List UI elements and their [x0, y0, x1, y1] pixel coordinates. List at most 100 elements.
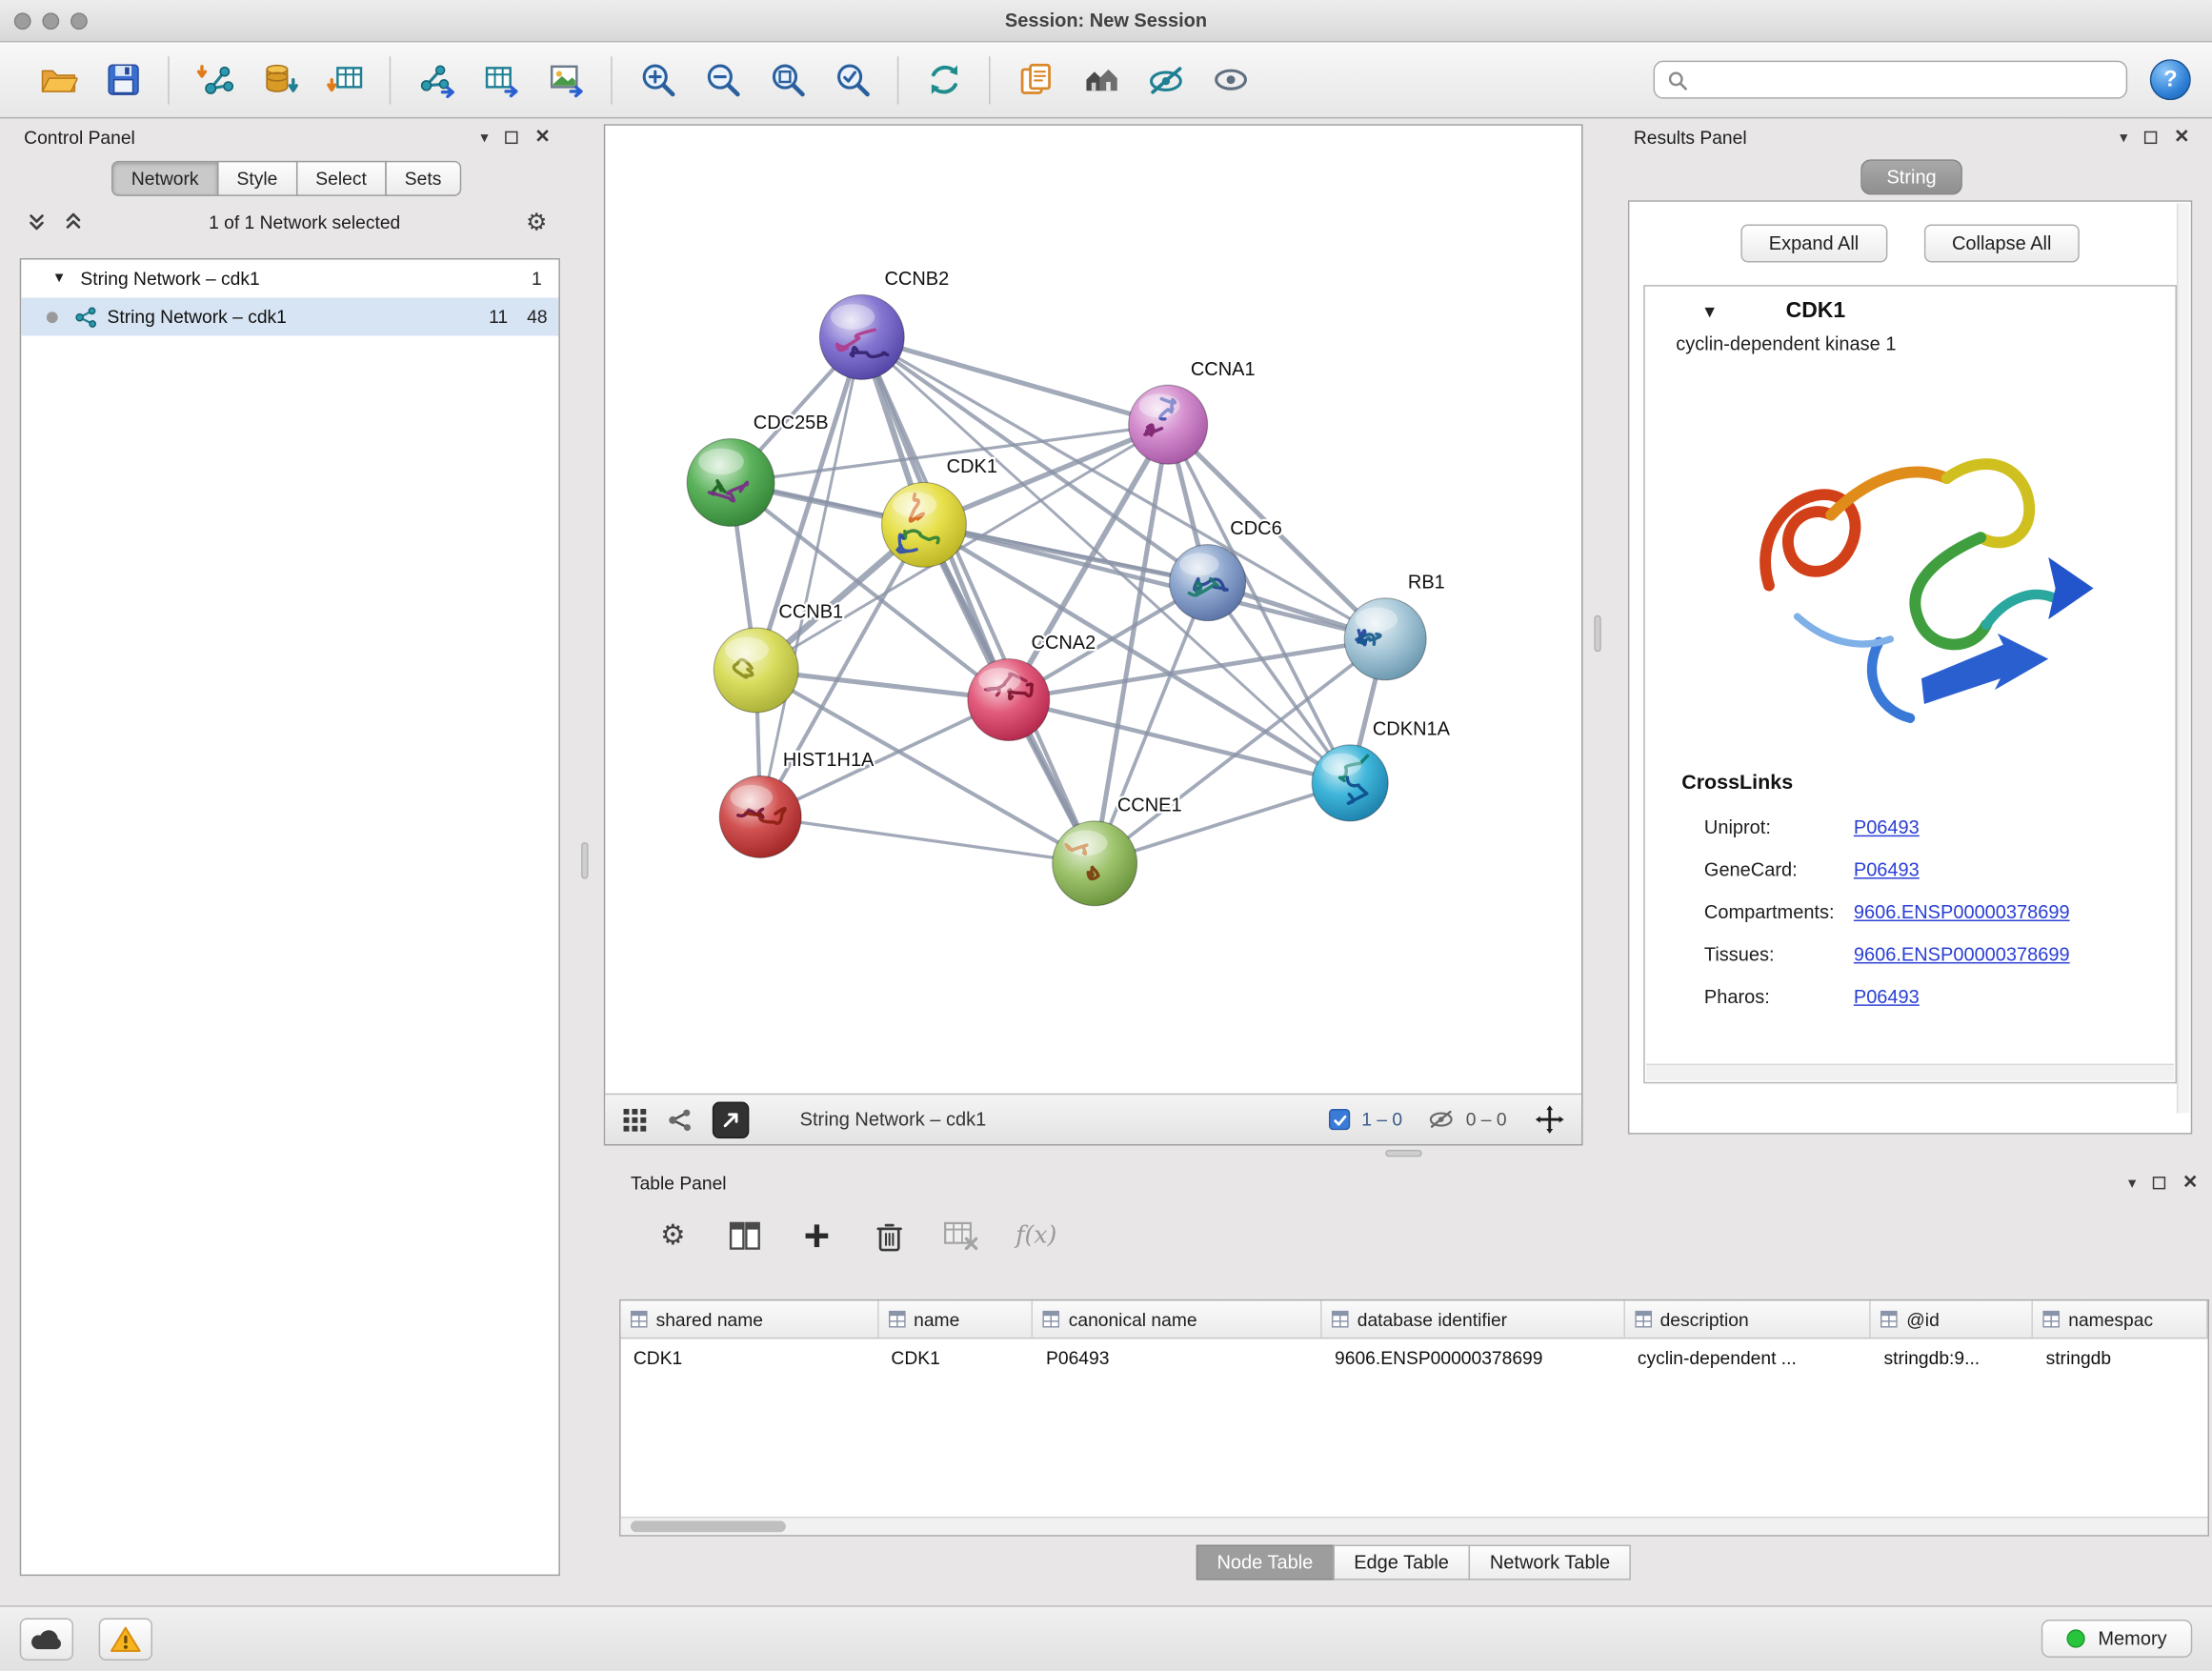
network-node-cdk1[interactable]: CDK1: [882, 456, 997, 567]
left-splitter-handle[interactable]: [581, 842, 588, 879]
panel-menu-icon[interactable]: ▾: [480, 128, 488, 146]
zoom-fit-button[interactable]: [759, 51, 815, 108]
tab-edge-table[interactable]: Edge Table: [1333, 1545, 1470, 1580]
column-header-database-identifier[interactable]: database identifier: [1322, 1300, 1625, 1338]
tab-network[interactable]: Network: [111, 161, 218, 196]
column-header-name[interactable]: name: [878, 1300, 1034, 1338]
export-table-button[interactable]: [473, 51, 529, 108]
close-panel-icon[interactable]: ✕: [534, 126, 550, 149]
memory-button[interactable]: Memory: [2041, 1620, 2192, 1658]
network-graph[interactable]: CCNB2CCNA1CDC25BCDK1CDC6RB1CCNB1CCNA2CDK…: [605, 126, 1584, 1095]
column-type-icon: [1043, 1311, 1060, 1328]
network-node-rb1[interactable]: RB1: [1344, 573, 1445, 680]
network-node-ccnb1[interactable]: CCNB1: [714, 602, 843, 713]
show-columns-icon[interactable]: [728, 1218, 762, 1253]
crosslink-value-link[interactable]: P06493: [1854, 985, 1920, 1006]
publication-copy-button[interactable]: [1007, 51, 1063, 108]
pan-crosshair-icon[interactable]: [1535, 1105, 1564, 1135]
selected-nodes-checkbox[interactable]: [1329, 1109, 1350, 1130]
table-horizontal-scrollbar[interactable]: [621, 1517, 2208, 1535]
search-input[interactable]: [1696, 68, 2113, 91]
network-row-selected[interactable]: String Network – cdk1 11 48: [21, 297, 558, 335]
network-node-ccna1[interactable]: CCNA1: [1129, 359, 1256, 464]
panel-menu-icon[interactable]: ▾: [2128, 1173, 2136, 1191]
export-network-button[interactable]: [408, 51, 464, 108]
apply-layout-button[interactable]: [915, 51, 972, 108]
open-session-button[interactable]: [30, 51, 86, 108]
network-node-hist1h1a[interactable]: HIST1H1A: [719, 750, 875, 857]
network-list-gear-icon[interactable]: ⚙: [526, 210, 548, 233]
cloud-icon: [30, 1626, 64, 1650]
results-vertical-scrollbar[interactable]: [2177, 203, 2189, 1113]
column-header-namespac[interactable]: namespac: [2033, 1300, 2207, 1338]
network-node-cdkn1a[interactable]: CDKN1A: [1312, 719, 1450, 821]
tab-select[interactable]: Select: [296, 161, 387, 196]
tab-string[interactable]: String: [1861, 159, 1962, 194]
birdseye-view-button[interactable]: [1072, 51, 1128, 108]
right-splitter-handle[interactable]: [1594, 615, 1600, 653]
collapse-all-button[interactable]: Collapse All: [1923, 224, 2080, 262]
crosslink-value-link[interactable]: P06493: [1854, 858, 1920, 879]
network-view-icon[interactable]: [667, 1107, 693, 1133]
tab-network-table[interactable]: Network Table: [1469, 1545, 1632, 1580]
column-label: shared name: [656, 1309, 763, 1330]
import-network-database-button[interactable]: [251, 51, 308, 108]
column-header--id[interactable]: @id: [1871, 1300, 2033, 1338]
table-row[interactable]: CDK1CDK1P064939606.ENSP00000378699cyclin…: [621, 1339, 2208, 1377]
tab-node-table[interactable]: Node Table: [1196, 1545, 1334, 1580]
help-button[interactable]: ?: [2150, 59, 2191, 100]
add-column-icon[interactable]: [800, 1218, 835, 1253]
close-panel-icon[interactable]: ✕: [2182, 1171, 2198, 1194]
import-network-file-button[interactable]: [186, 51, 242, 108]
control-panel-title: Control Panel: [24, 127, 135, 148]
close-panel-icon[interactable]: ✕: [2174, 126, 2189, 149]
scrollbar-thumb[interactable]: [631, 1520, 786, 1532]
close-window-button[interactable]: [14, 12, 31, 30]
zoom-out-button[interactable]: [694, 51, 751, 108]
results-horizontal-scrollbar[interactable]: [1646, 1064, 2174, 1081]
save-session-button[interactable]: [94, 51, 151, 108]
disclosure-triangle-icon[interactable]: ▼: [52, 271, 70, 286]
panel-menu-icon[interactable]: ▾: [2120, 128, 2127, 146]
zoom-selected-button[interactable]: [824, 51, 880, 108]
grid-view-icon[interactable]: [622, 1107, 648, 1133]
network-node-ccnb2[interactable]: CCNB2: [819, 269, 949, 379]
bottom-splitter-handle[interactable]: [1385, 1150, 1422, 1157]
hide-selection-button[interactable]: [1137, 51, 1194, 108]
search-box[interactable]: [1654, 61, 2128, 99]
collapse-section-icon[interactable]: ▼: [1701, 302, 1719, 322]
float-panel-icon[interactable]: [505, 131, 517, 143]
crosslink-value-link[interactable]: 9606.ENSP00000378699: [1854, 943, 2070, 964]
function-builder-icon[interactable]: f(x): [1016, 1221, 1056, 1250]
delete-column-icon[interactable]: [872, 1218, 906, 1253]
float-panel-icon[interactable]: [2144, 131, 2157, 143]
expand-all-icon[interactable]: [64, 211, 84, 232]
minimize-window-button[interactable]: [42, 12, 59, 30]
column-type-icon: [631, 1311, 648, 1328]
collapse-all-icon[interactable]: [27, 211, 47, 232]
warnings-button[interactable]: [99, 1618, 152, 1660]
column-header-canonical-name[interactable]: canonical name: [1034, 1300, 1322, 1338]
node-label-hist1h1a: HIST1H1A: [783, 750, 875, 771]
zoom-window-button[interactable]: [70, 12, 88, 30]
expand-all-button[interactable]: Expand All: [1740, 224, 1887, 262]
zoom-in-button[interactable]: [629, 51, 685, 108]
column-header-shared-name[interactable]: shared name: [621, 1300, 879, 1338]
network-view[interactable]: CCNB2CCNA1CDC25BCDK1CDC6RB1CCNB1CCNA2CDK…: [604, 124, 1583, 1145]
crosslink-value-link[interactable]: P06493: [1854, 816, 1920, 837]
table-toolbar: ⚙ f(x): [616, 1200, 2212, 1257]
detach-view-button[interactable]: [713, 1101, 750, 1138]
show-all-button[interactable]: [1202, 51, 1258, 108]
tab-style[interactable]: Style: [217, 161, 297, 196]
float-panel-icon[interactable]: [2153, 1176, 2165, 1188]
column-header-description[interactable]: description: [1625, 1300, 1872, 1338]
crosslink-value-link[interactable]: 9606.ENSP00000378699: [1854, 901, 2070, 922]
network-collection-row[interactable]: ▼ String Network – cdk1 1: [21, 259, 558, 297]
import-table-button[interactable]: [316, 51, 372, 108]
network-label: String Network – cdk1: [108, 306, 287, 327]
table-cell: CDK1: [878, 1347, 1034, 1368]
tab-sets[interactable]: Sets: [385, 161, 461, 196]
export-image-button[interactable]: [537, 51, 593, 108]
cloud-status-button[interactable]: [20, 1618, 73, 1660]
table-settings-gear-icon[interactable]: ⚙: [656, 1218, 691, 1253]
